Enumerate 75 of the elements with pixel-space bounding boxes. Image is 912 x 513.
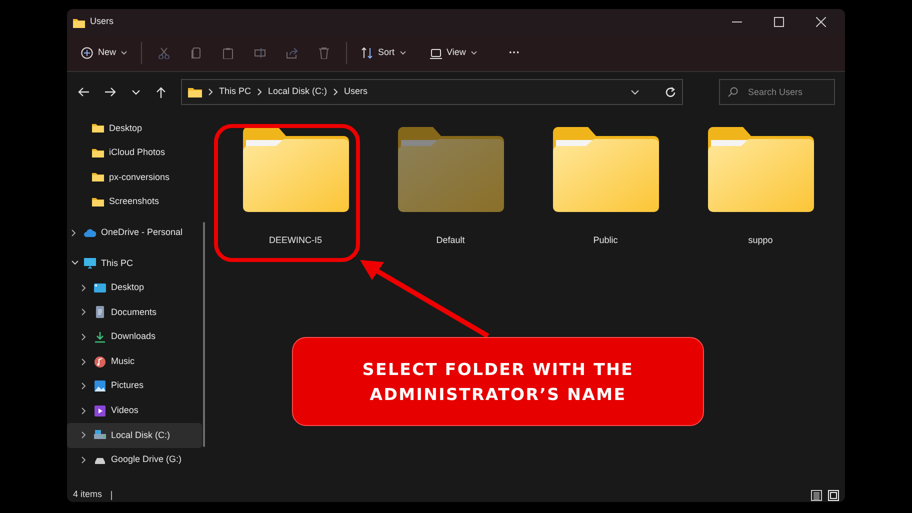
folder-name: Default	[436, 234, 465, 247]
sidebar-item[interactable]: Local Disk (C:)	[67, 423, 202, 448]
download-icon	[94, 331, 106, 344]
folder-icon	[73, 16, 85, 28]
folder-name: suppo	[748, 234, 773, 247]
sidebar-item[interactable]: Google Drive (G:)	[67, 448, 202, 472]
forward-arrow-icon	[105, 87, 116, 97]
document-icon	[94, 306, 106, 318]
paste-icon	[222, 47, 234, 59]
caret-icon	[631, 90, 639, 94]
window-title: Users	[90, 15, 114, 28]
drive-icon	[94, 429, 106, 442]
monitor-icon	[94, 282, 106, 294]
sort-icon	[361, 47, 374, 59]
maximize-icon	[774, 17, 784, 27]
sidebar-item[interactable]: Music	[67, 349, 202, 374]
picture-icon	[94, 380, 106, 392]
tiles-view-icon[interactable]	[828, 490, 839, 500]
folder-name: Public	[593, 234, 618, 247]
monitor-icon	[84, 257, 96, 270]
more-button[interactable]: ···	[502, 40, 526, 66]
sidebar-item[interactable]: Desktop	[67, 116, 202, 141]
share-icon	[286, 47, 298, 59]
sidebar-item[interactable]: Downloads	[67, 324, 202, 350]
cloud-icon	[84, 226, 96, 239]
close-icon	[816, 17, 826, 27]
chevron-icon	[257, 88, 262, 96]
copy-icon	[190, 47, 202, 59]
new-button[interactable]: New	[75, 42, 134, 64]
music-icon	[94, 356, 106, 368]
video-icon	[94, 404, 106, 417]
sort-button[interactable]: Sort	[355, 42, 412, 64]
caret-icon	[121, 51, 128, 55]
caret-icon	[400, 51, 406, 55]
item-count: 4 items	[73, 488, 102, 502]
rename-icon	[254, 47, 266, 59]
view-button[interactable]: View	[424, 42, 483, 64]
scrollbar[interactable]	[203, 222, 205, 447]
breadcrumb[interactable]: Local Disk (C:)	[268, 85, 328, 99]
folder-icon	[188, 86, 202, 98]
breadcrumb[interactable]: This PC	[219, 85, 252, 99]
folder-icon	[92, 196, 104, 208]
sidebar-item[interactable]: Desktop	[67, 276, 202, 300]
sidebar-item[interactable]: Videos	[67, 398, 202, 424]
breadcrumb[interactable]: Users	[344, 85, 368, 99]
sidebar-item[interactable]: iCloud Photos	[67, 140, 202, 166]
sidebar-item[interactable]: Screenshots	[67, 190, 202, 214]
caret-icon	[470, 51, 477, 55]
chevron-down-icon[interactable]	[71, 259, 79, 268]
folder-icon[interactable]	[708, 126, 814, 212]
cut-icon	[158, 47, 170, 59]
sidebar-item[interactable]: This PC	[67, 250, 202, 276]
folder-icon	[92, 171, 104, 184]
sidebar-item[interactable]: Pictures	[67, 374, 202, 399]
folder-icon[interactable]	[552, 126, 658, 212]
search-field[interactable]: Search Users	[719, 79, 835, 105]
caret-icon	[132, 90, 140, 94]
plus-icon	[81, 47, 93, 59]
folder-icon[interactable]	[242, 126, 348, 212]
folder-icon	[92, 146, 104, 159]
callout-text: SELECT FOLDER WITH THE ADMINISTRATOR’S NAME	[292, 337, 704, 426]
chevron-icon	[333, 88, 338, 96]
sidebar-item[interactable]: OneDrive - Personal	[67, 220, 202, 245]
refresh-icon[interactable]	[665, 86, 676, 98]
chevron-icon	[208, 88, 213, 96]
sidebar-item[interactable]: Documents	[67, 300, 202, 325]
back-arrow-icon	[78, 87, 89, 97]
up-arrow-icon	[156, 86, 166, 98]
folder-icon	[92, 122, 104, 134]
trash-icon	[318, 47, 330, 59]
address-bar[interactable]: This PC Local Disk (C:) Users	[181, 79, 683, 105]
sidebar-item[interactable]: px-conversions	[67, 165, 202, 190]
folder-name: DEEWINC-I5	[268, 234, 322, 247]
monitor-icon	[430, 48, 442, 58]
details-view-icon[interactable]	[811, 490, 822, 500]
